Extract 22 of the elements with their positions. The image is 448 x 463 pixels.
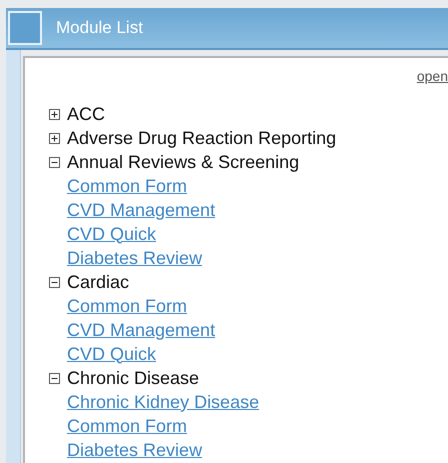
- module-link[interactable]: Diabetes Review: [67, 440, 202, 460]
- open-link[interactable]: open: [416, 68, 448, 88]
- module-link[interactable]: CVD Management: [67, 320, 216, 340]
- tree-node-label[interactable]: Chronic Disease: [67, 368, 200, 388]
- collapse-icon[interactable]: [49, 372, 60, 384]
- expand-icon[interactable]: [49, 132, 60, 144]
- collapse-icon[interactable]: [49, 276, 60, 288]
- window-title: Module List: [56, 18, 143, 38]
- tree-node-label[interactable]: Annual Reviews & Screening: [67, 152, 300, 172]
- module-link[interactable]: Common Form: [67, 176, 188, 196]
- tree-node-label[interactable]: Adverse Drug Reaction Reporting: [67, 128, 336, 148]
- collapse-icon[interactable]: [49, 156, 60, 168]
- module-link[interactable]: Chronic Kidney Disease: [67, 392, 260, 412]
- module-link[interactable]: Common Form: [67, 296, 188, 316]
- module-link[interactable]: CVD Management: [67, 200, 216, 220]
- module-link[interactable]: CVD Quick: [67, 344, 156, 364]
- tree-node-label[interactable]: ACC: [67, 104, 106, 124]
- tree-node-label[interactable]: Cardiac: [67, 272, 130, 292]
- module-link[interactable]: Common Form: [67, 416, 188, 436]
- module-link[interactable]: CVD Quick: [67, 224, 156, 244]
- expand-icon[interactable]: [49, 108, 60, 120]
- module-link[interactable]: Diabetes Review: [67, 248, 202, 268]
